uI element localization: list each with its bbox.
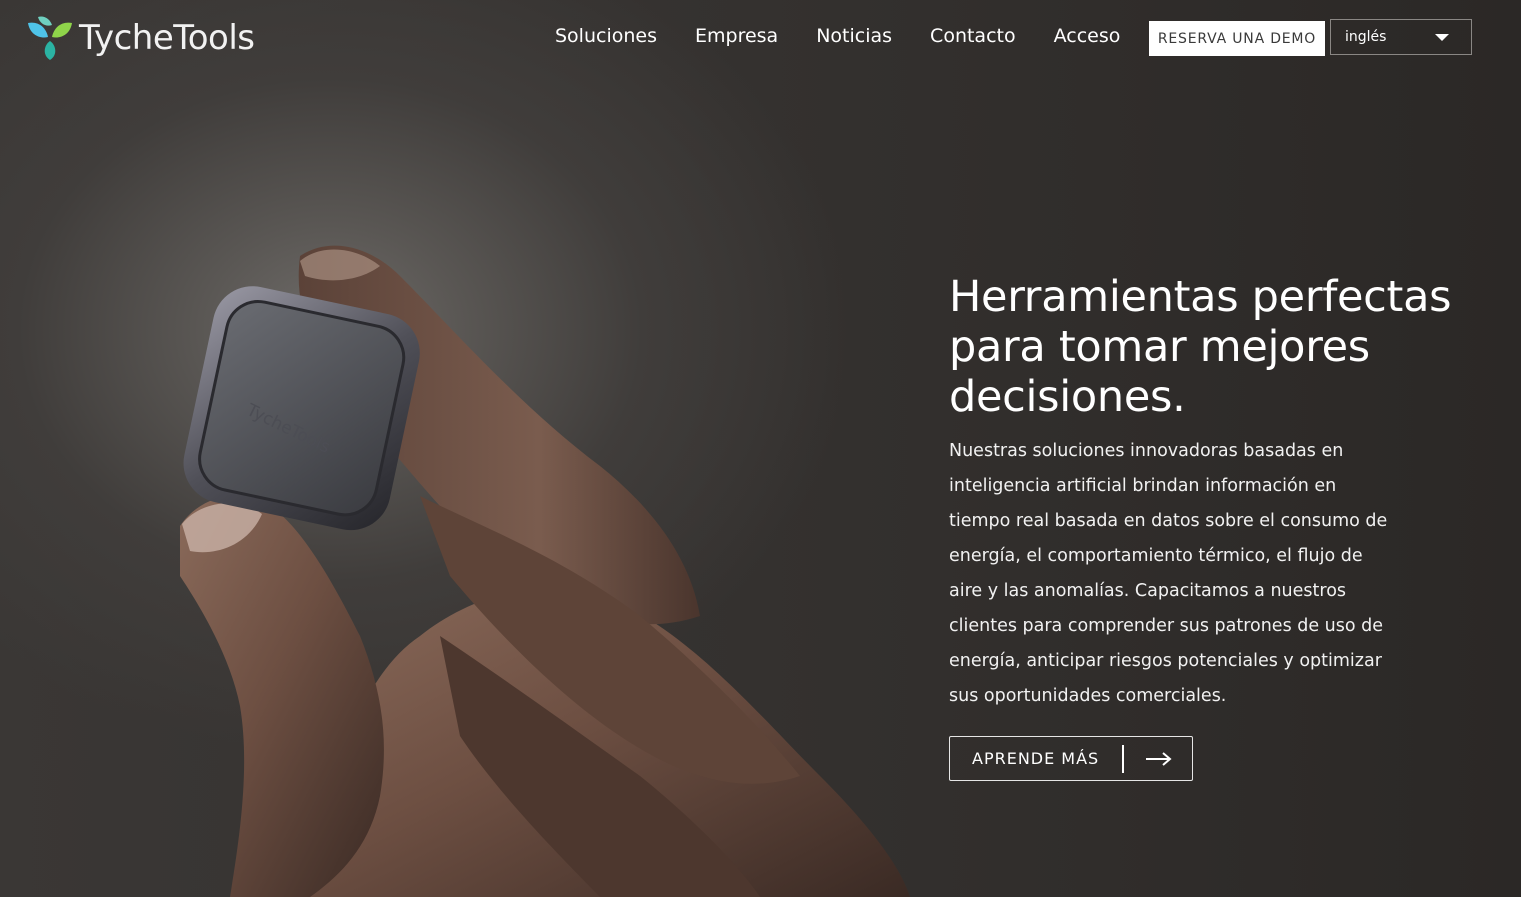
- caret-down-icon: [1435, 34, 1449, 41]
- language-select[interactable]: inglés: [1330, 19, 1472, 55]
- leaf-logo-icon: [28, 16, 72, 60]
- learn-more-button[interactable]: APRENDE MÁS: [949, 736, 1193, 781]
- site-header: TycheTools Soluciones Empresa Noticias C…: [0, 0, 1521, 76]
- learn-more-label: APRENDE MÁS: [972, 749, 1100, 768]
- hero-image: TycheTools: [180, 245, 910, 897]
- brand-logo[interactable]: TycheTools: [24, 14, 255, 62]
- thumb: [180, 495, 384, 897]
- nav-noticias[interactable]: Noticias: [816, 23, 892, 49]
- language-value: inglés: [1345, 29, 1387, 45]
- brand-name: TycheTools: [79, 18, 255, 58]
- hero-title: Herramientas perfectas para tomar mejore…: [949, 272, 1452, 422]
- nav-contacto[interactable]: Contacto: [930, 23, 1016, 49]
- page: TycheTools TycheTools Soluciones Empresa…: [0, 0, 1521, 897]
- nav-acceso[interactable]: Acceso: [1054, 23, 1121, 49]
- nav-empresa[interactable]: Empresa: [695, 23, 778, 49]
- nav-soluciones[interactable]: Soluciones: [555, 23, 657, 49]
- book-demo-button[interactable]: RESERVA UNA DEMO: [1149, 21, 1325, 56]
- hero-description: Nuestras soluciones innovadoras basadas …: [949, 441, 1388, 706]
- button-divider: [1122, 744, 1124, 773]
- sensor-device: TycheTools: [183, 286, 420, 531]
- main-nav: Soluciones Empresa Noticias Contacto Acc…: [555, 23, 1158, 49]
- arrow-right-icon: [1146, 751, 1172, 766]
